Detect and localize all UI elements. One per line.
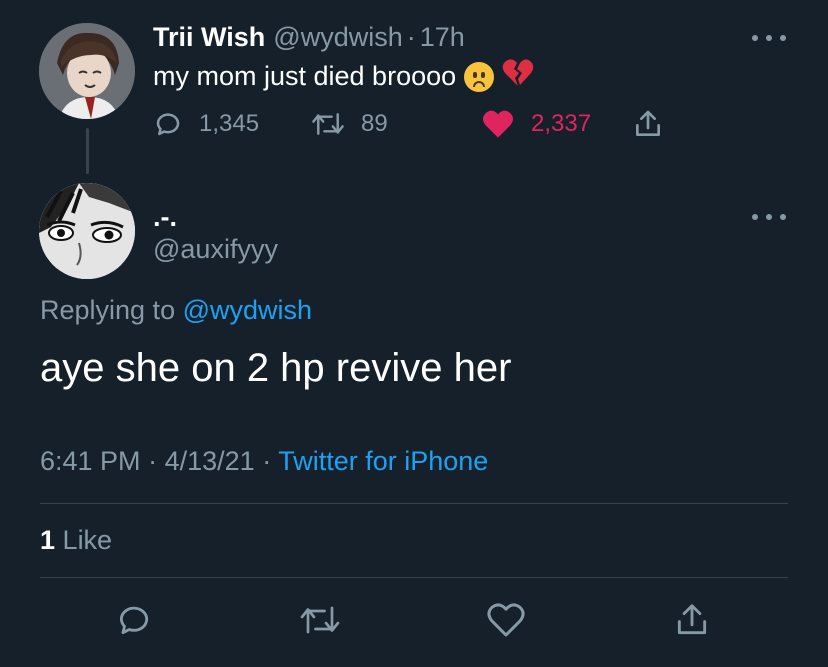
parent-tweet-text: my mom just died broooo: [153, 58, 534, 95]
tweet-detail-view: Trii Wish @wydwish · 17h my mom just die…: [0, 0, 828, 667]
reply-count: 1,345: [199, 110, 260, 137]
share-button[interactable]: [632, 107, 680, 141]
avatar-trii-wish[interactable]: [39, 23, 135, 119]
share-button[interactable]: [670, 598, 714, 642]
retweet-icon: [300, 606, 340, 634]
meta-separator: ·: [262, 446, 272, 476]
tweet-source-link[interactable]: Twitter for iPhone: [278, 446, 488, 476]
like-count: 2,337: [531, 110, 592, 137]
parent-tweet-header: Trii Wish @wydwish · 17h: [153, 22, 465, 54]
heart-filled-icon: [483, 110, 513, 138]
likes-label: Like: [62, 525, 113, 555]
more-icon[interactable]: [752, 210, 786, 224]
frowning-face-emoji: [464, 61, 495, 92]
replying-prefix: Replying to: [40, 295, 176, 325]
parent-timestamp[interactable]: 17h: [420, 22, 465, 53]
tweet-action-bar: [0, 598, 828, 642]
parent-display-name[interactable]: Trii Wish: [153, 22, 265, 53]
likes-count: 1: [40, 525, 56, 555]
retweet-button[interactable]: [298, 598, 342, 642]
main-display-name[interactable]: .-.: [153, 202, 177, 233]
replying-handle-link[interactable]: @wydwish: [183, 295, 312, 325]
meta-separator: ·: [148, 446, 158, 476]
tweet-meta: 6:41 PM · 4/13/21 · Twitter for iPhone: [40, 446, 488, 477]
main-tweet-text: aye she on 2 hp revive her: [40, 346, 512, 390]
divider: [40, 577, 788, 578]
tweet-time[interactable]: 6:41 PM: [40, 446, 141, 476]
reply-icon: [119, 606, 149, 635]
share-icon: [636, 110, 660, 136]
reply-button[interactable]: [112, 598, 156, 642]
like-button[interactable]: 2,337: [481, 107, 591, 141]
retweet-icon: [312, 113, 344, 135]
share-icon: [677, 604, 707, 635]
replying-to-line: Replying to @wydwish: [40, 295, 312, 326]
avatar-auxifyyy[interactable]: [39, 183, 135, 279]
divider: [40, 503, 788, 504]
parent-handle[interactable]: @wydwish: [273, 22, 402, 53]
more-icon[interactable]: [752, 31, 786, 45]
header-separator: ·: [406, 22, 416, 52]
reply-icon: [156, 113, 180, 136]
reply-button[interactable]: 1,345: [153, 107, 259, 141]
avatar-image: [39, 183, 135, 279]
avatar-image: [39, 23, 135, 119]
parent-tweet-body: my mom just died broooo: [153, 61, 457, 91]
likes-summary[interactable]: 1 Like: [40, 525, 112, 556]
broken-heart-emoji: [502, 58, 534, 95]
retweet-button[interactable]: 89: [311, 107, 388, 141]
heart-icon: [487, 603, 525, 637]
main-handle[interactable]: @auxifyyy: [153, 234, 278, 265]
retweet-count: 89: [361, 110, 388, 137]
thread-connector-line: [86, 128, 89, 174]
like-button[interactable]: [484, 598, 528, 642]
tweet-date[interactable]: 4/13/21: [165, 446, 255, 476]
